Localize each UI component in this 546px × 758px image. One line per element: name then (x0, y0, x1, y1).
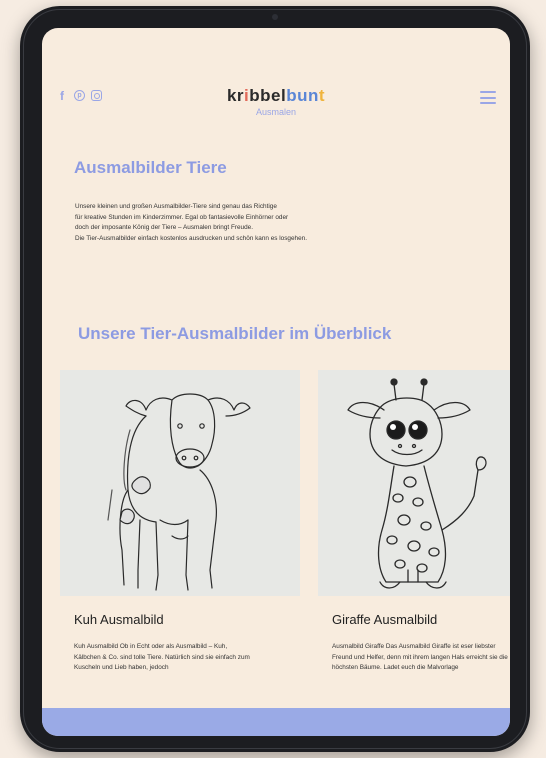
intro-line: Die Tier-Ausmalbilder einfach kostenlos … (75, 234, 307, 242)
giraffe-drawing (347, 378, 487, 589)
site-logo[interactable]: kribbelbunt Ausmalen (42, 86, 510, 117)
section-title: Unsere Tier-Ausmalbilder im Überblick (78, 324, 392, 343)
hamburger-menu-icon[interactable] (480, 91, 496, 104)
logo-wordmark: kribbelbunt (226, 86, 326, 105)
cow-drawing (107, 393, 251, 591)
cow-coloring-image[interactable] (60, 370, 300, 596)
footer-band (42, 708, 510, 736)
logo-subtitle: Ausmalen (255, 107, 297, 117)
tablet-frame: f p kribbelbunt Ausmalen Ausmalbilder Ti… (20, 6, 530, 752)
screen: f p kribbelbunt Ausmalen Ausmalbilder Ti… (42, 28, 510, 736)
site-header: f p kribbelbunt Ausmalen (42, 28, 510, 138)
front-camera (272, 14, 278, 20)
intro-line: für kreative Stunden im Kinderzimmer. Eg… (75, 213, 289, 221)
page-title: Ausmalbilder Tiere (74, 158, 227, 177)
intro-text: Unsere kleinen und großen Ausmalbilder-T… (75, 202, 485, 244)
intro-line: Unsere kleinen und großen Ausmalbilder-T… (75, 203, 277, 210)
card-text-cow: Kuh Ausmalbild Ob in Echt oder als Ausma… (74, 643, 250, 671)
card-text-giraffe: Ausmalbild Giraffe Das Ausmalbild Giraff… (332, 643, 508, 671)
card-title-giraffe[interactable]: Giraffe Ausmalbild (332, 612, 437, 627)
giraffe-coloring-image[interactable] (318, 370, 510, 596)
intro-line: doch der imposante König der Tiere – Aus… (75, 224, 253, 231)
card-title-cow[interactable]: Kuh Ausmalbild (74, 612, 164, 627)
